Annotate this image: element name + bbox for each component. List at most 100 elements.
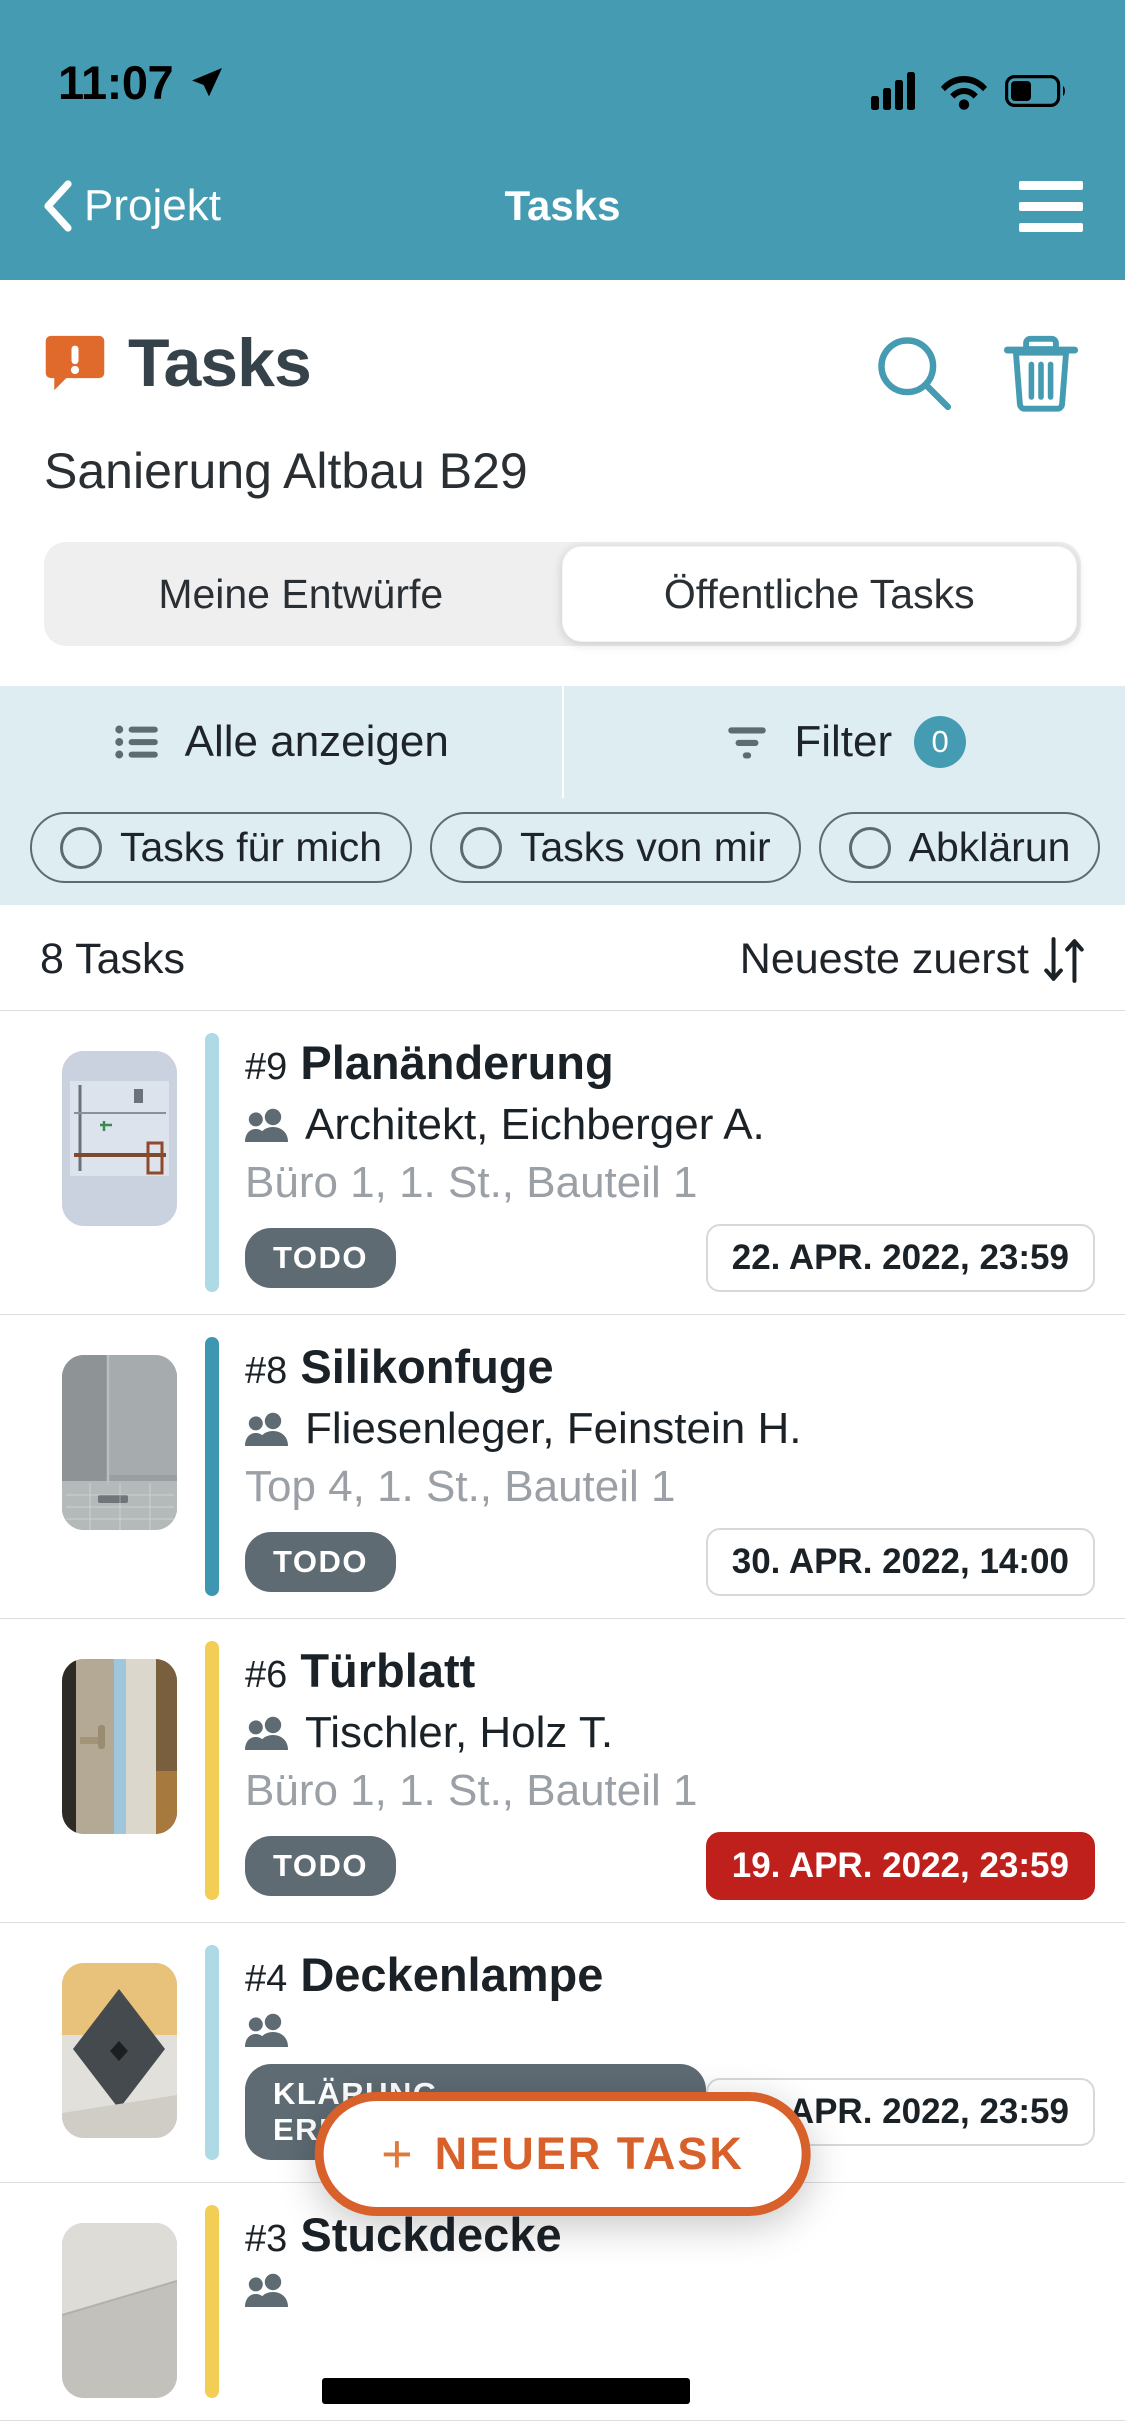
status-time: 11:07 [58,56,174,109]
filter-zone: Alle anzeigen Filter 0 Tasks für mich Ta… [0,686,1125,905]
tab-meine-entwuerfe[interactable]: Meine Entwürfe [44,542,558,646]
due-date-badge: 22. APR. 2022, 23:59 [705,1224,1095,1292]
radio-circle-icon [848,826,891,869]
filter-bar: Alle anzeigen Filter 0 [0,686,1125,798]
assignee-label: Fliesenleger, Feinstein H. [305,1404,802,1453]
table-row[interactable]: #6 Türblatt Tischler, Holz T. Büro 1, 1.… [0,1619,1125,1923]
task-assignee-row [245,2012,1095,2048]
table-row[interactable]: #8 Silikonfuge Fliesenleger, Feinstein H… [0,1315,1125,1619]
due-date-badge: 30. APR. 2022, 14:00 [705,1528,1095,1596]
show-all-label: Alle anzeigen [184,717,449,766]
new-task-label: NEUER TASK [434,2128,744,2179]
task-name: Silikonfuge [300,1340,554,1393]
task-content: #9 Planänderung Architekt, Eichberger A.… [245,1033,1095,1292]
status-accent-bar [205,1945,219,2160]
task-location: Top 4, 1. St., Bauteil 1 [245,1462,676,1511]
task-number: #4 [245,1958,288,2000]
chip-label: Abklärun [908,824,1071,870]
chip-abklaerung[interactable]: Abklärun [818,812,1101,883]
task-footer: TODO 22. APR. 2022, 23:59 [245,1224,1095,1292]
funnel-icon [728,727,767,759]
redaction-bar [322,2378,690,2404]
status-accent-bar [205,1033,219,1292]
status-accent-bar [205,1641,219,1900]
status-accent-bar [205,2205,219,2398]
assignee-label: Architekt, Eichberger A. [305,1100,765,1149]
status-badge: TODO [245,1532,396,1592]
page-heading: Tasks [128,325,312,401]
task-name: Planänderung [300,1036,614,1089]
header-actions [871,324,1081,416]
task-location: Büro 1, 1. St., Bauteil 1 [245,1158,698,1207]
radio-circle-icon [60,826,102,869]
task-name: Türblatt [300,1644,476,1697]
task-number: #8 [245,1350,288,1392]
filter-label: Filter [794,717,893,766]
table-row[interactable]: #9 Planänderung Architekt, Eichberger A.… [0,1011,1125,1315]
radio-circle-icon [460,826,502,869]
hamburger-menu-icon[interactable] [1019,180,1083,232]
page-header: Tasks Sanierung Altbau B29 [0,280,1125,500]
back-button-label: Projekt [84,181,221,230]
wifi-icon [941,76,987,110]
task-footer: TODO 30. APR. 2022, 14:00 [245,1528,1095,1596]
search-icon[interactable] [871,330,957,416]
task-assignee-row: Tischler, Holz T. [245,1708,1095,1758]
task-assignee-row: Architekt, Eichberger A. [245,1100,1095,1150]
ceiling-lamp-thumbnail [62,1963,177,2138]
status-badge: TODO [245,1228,396,1288]
people-icon [245,1412,288,1446]
stucco-ceiling-thumbnail [62,2223,177,2398]
project-subtitle: Sanierung Altbau B29 [44,443,528,499]
task-title-row: #6 Türblatt [245,1643,1095,1698]
filter-button[interactable]: Filter 0 [561,686,1125,798]
quick-filter-chips: Tasks für mich Tasks von mir Abklärun [0,798,1125,905]
due-date-badge: 19. APR. 2022, 23:59 [705,1832,1095,1900]
sort-button[interactable]: Neueste zuerst [740,935,1085,984]
task-location: Büro 1, 1. St., Bauteil 1 [245,1766,698,1815]
task-content: #8 Silikonfuge Fliesenleger, Feinstein H… [245,1337,1095,1596]
task-footer: TODO 19. APR. 2022, 23:59 [245,1832,1095,1900]
task-count-label: 8 Tasks [40,935,185,983]
task-content: #6 Türblatt Tischler, Holz T. Büro 1, 1.… [245,1641,1095,1900]
nav-bar: Projekt Tasks [0,132,1125,280]
new-task-button[interactable]: + NEUER TASK [314,2092,811,2216]
status-accent-bar [205,1337,219,1596]
status-bar-right [871,72,1067,110]
tab-oeffentliche-tasks[interactable]: Öffentliche Tasks [561,546,1077,642]
filter-count-badge: 0 [914,716,967,768]
people-icon [245,1716,288,1750]
chevron-left-icon [44,180,72,232]
location-arrow-icon [192,67,223,96]
header-top-row: Tasks [44,324,1081,416]
view-segmented-control: Meine Entwürfe Öffentliche Tasks [44,542,1081,646]
menu-line [1019,222,1083,232]
menu-line [1019,180,1083,190]
status-bar: 11:07 [0,0,1125,132]
show-all-button[interactable]: Alle anzeigen [0,686,562,798]
app-screen: 11:07 Projekt Tasks Tasks Sanierung Altb… [0,0,1125,2436]
sort-label: Neueste zuerst [739,935,1029,983]
task-title-row: #9 Planänderung [245,1035,1095,1090]
people-icon [245,1108,288,1142]
header-title-wrap: Tasks [44,324,312,402]
list-icon [114,725,158,759]
task-assignee-row [245,2272,1095,2308]
chip-tasks-fuer-mich[interactable]: Tasks für mich [30,812,412,883]
task-name: Deckenlampe [300,1948,604,2001]
task-content: #3 Stuckdecke [245,2205,1095,2398]
shower-tile-thumbnail [62,1355,177,1530]
door-thumbnail [62,1659,177,1834]
list-header: 8 Tasks Neueste zuerst [0,905,1125,1010]
status-bar-left: 11:07 [58,55,227,110]
assignee-label: Tischler, Holz T. [305,1708,614,1757]
floorplan-thumbnail [62,1051,177,1226]
task-number: #3 [245,2218,288,2260]
chip-label: Tasks für mich [120,824,382,870]
back-button[interactable]: Projekt [42,180,221,232]
chip-tasks-von-mir[interactable]: Tasks von mir [430,812,801,883]
sort-updown-icon [1044,936,1084,983]
people-icon [245,2273,288,2307]
trash-icon[interactable] [1001,330,1081,416]
task-number: #9 [245,1046,288,1088]
